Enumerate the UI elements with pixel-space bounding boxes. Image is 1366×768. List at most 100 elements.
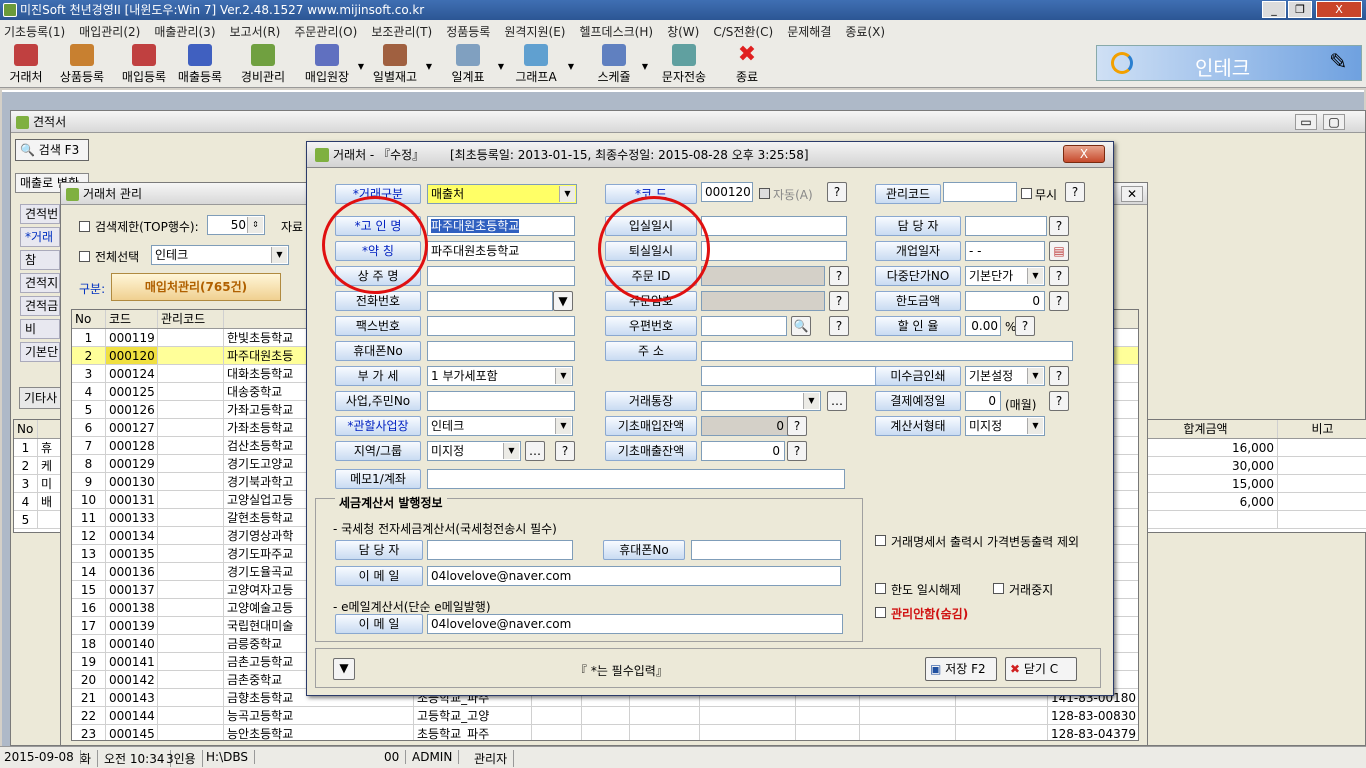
order-pw-help-button[interactable]: ? <box>829 291 849 311</box>
grid-header-cell[interactable]: 관리코드 <box>158 310 224 328</box>
toolbar-button[interactable]: 그래프A ▼ <box>508 44 574 86</box>
order-id-help-button[interactable]: ? <box>829 266 849 286</box>
name-input[interactable]: 파주대원초등학교 <box>427 216 575 236</box>
table-row[interactable]: 23000145능안초등학교초등학교_파주128-83-043790 <box>72 725 1138 740</box>
menu-item[interactable]: 매입관리(2) <box>79 23 140 40</box>
dropdown-arrow-icon[interactable]: ▼ <box>426 62 432 71</box>
base-sell-help-button[interactable]: ? <box>787 441 807 461</box>
table-row[interactable]: 16,000 <box>1134 439 1366 457</box>
calendar-icon[interactable]: ▤ <box>1049 241 1069 261</box>
grid-header-cell[interactable]: No <box>72 310 106 328</box>
menu-item[interactable]: 종료(X) <box>845 23 885 40</box>
close-icon[interactable]: ✕ <box>1121 186 1143 202</box>
invoice-select[interactable]: 미지정 ▼ <box>965 416 1045 436</box>
menu-item[interactable]: 창(W) <box>667 23 699 40</box>
menu-item[interactable]: 보조관리(T) <box>371 23 432 40</box>
dropdown-arrow-icon[interactable]: ▼ <box>358 62 364 71</box>
dropdown-arrow-icon[interactable]: ▼ <box>568 62 574 71</box>
addr-input[interactable] <box>701 341 1073 361</box>
manager-help-button[interactable]: ? <box>1049 216 1069 236</box>
zip-input[interactable] <box>701 316 787 336</box>
phone-input[interactable] <box>427 291 553 311</box>
discount-help-button[interactable]: ? <box>1015 316 1035 336</box>
grid-header-cell[interactable]: 비고 <box>1278 420 1366 438</box>
limit-help-button[interactable]: ? <box>1049 291 1069 311</box>
toolbar-button[interactable]: 일별재고 ▼ <box>368 44 432 86</box>
limit-checkbox[interactable] <box>79 221 90 232</box>
table-row[interactable]: 22000144능곡고등학교고등학교_고양128-83-008300 <box>72 707 1138 725</box>
chevron-down-icon[interactable]: ▼ <box>1027 418 1043 434</box>
table-row[interactable]: 15,000 <box>1134 475 1366 493</box>
grid-header-cell[interactable]: No <box>14 420 38 438</box>
table-row[interactable] <box>1134 511 1366 529</box>
chevron-down-icon[interactable]: ▼ <box>559 186 575 202</box>
pay-date-help-button[interactable]: ? <box>1049 391 1069 411</box>
toolbar-button[interactable]: 매출등록 <box>174 44 226 86</box>
menu-item[interactable]: 보고서(R) <box>230 23 281 40</box>
toolbar-button[interactable]: 스케쥴 ▼ <box>590 44 648 86</box>
grid-header-cell[interactable]: 코드 <box>106 310 158 328</box>
unpaid-select[interactable]: 기본설정 ▼ <box>965 366 1045 386</box>
select-all-checkbox[interactable] <box>79 251 90 262</box>
limit-input[interactable]: 50 ⇕ <box>207 215 265 235</box>
region-help-button[interactable]: ? <box>555 441 575 461</box>
mobile-input[interactable] <box>427 341 575 361</box>
chevron-down-icon[interactable]: ▼ <box>1027 268 1043 284</box>
region-more-button[interactable]: … <box>525 441 545 461</box>
menu-item[interactable]: 주문관리(O) <box>294 23 357 40</box>
biz-no-input[interactable] <box>427 391 575 411</box>
menu-item[interactable]: 정품등록 <box>446 23 490 40</box>
order-id-input[interactable] <box>701 266 825 286</box>
toolbar-button[interactable]: 거래처 <box>4 44 48 86</box>
table-row[interactable]: 6,000 <box>1134 493 1366 511</box>
in-date-input[interactable] <box>701 216 847 236</box>
table-row[interactable]: 30,000 <box>1134 457 1366 475</box>
save-button[interactable]: ▣ 저장 F2 <box>925 657 997 681</box>
vat-select[interactable]: 1 부가세포함 ▼ <box>427 366 573 386</box>
chevron-down-icon[interactable]: ▼ <box>555 418 571 434</box>
hidden-checkbox[interactable] <box>875 607 886 618</box>
dialog-close-button[interactable]: X <box>1063 145 1105 163</box>
region-select[interactable]: 미지정 ▼ <box>427 441 521 461</box>
toolbar-button[interactable]: ✖ 종료 <box>730 44 764 86</box>
memo-input[interactable] <box>427 469 845 489</box>
chevron-down-icon[interactable]: ▼ <box>803 393 819 409</box>
site-select[interactable]: 인테크 ▼ <box>427 416 573 436</box>
manager-input[interactable] <box>965 216 1047 236</box>
fax-input[interactable] <box>427 316 575 336</box>
minimize-icon[interactable]: ▭ <box>1295 114 1317 130</box>
menu-item[interactable]: 매출관리(3) <box>154 23 215 40</box>
order-pw-input[interactable] <box>701 291 825 311</box>
bank-select[interactable]: ▼ <box>701 391 821 411</box>
price-no-select[interactable]: 기본단가 ▼ <box>965 266 1045 286</box>
restore-button[interactable]: ❐ <box>1288 1 1312 18</box>
close-app-button[interactable]: X <box>1316 1 1362 18</box>
dropdown-arrow-icon[interactable]: ▼ <box>498 62 504 71</box>
company-select[interactable]: 인테크 ▼ <box>151 245 289 265</box>
stop-trade-checkbox[interactable] <box>993 583 1004 594</box>
dropdown-arrow-icon[interactable]: ▼ <box>642 62 648 71</box>
exclude-price-checkbox[interactable] <box>875 535 886 546</box>
mgmt-code-input[interactable] <box>943 182 1017 202</box>
menu-item[interactable]: 원격지원(E) <box>504 23 565 40</box>
chevron-down-icon[interactable]: ▼ <box>503 443 519 459</box>
menu-item[interactable]: 문제해결 <box>787 23 831 40</box>
open-date-input[interactable]: - - <box>965 241 1045 261</box>
grid-header-cell[interactable]: 합계금액 <box>1134 420 1278 438</box>
chevron-down-icon[interactable]: ▼ <box>1027 368 1043 384</box>
price-no-help-button[interactable]: ? <box>1049 266 1069 286</box>
code-help-button[interactable]: ? <box>827 182 847 202</box>
minimize-button[interactable]: _ <box>1262 1 1286 18</box>
pay-date-input[interactable]: 0 <box>965 391 1001 411</box>
toolbar-button[interactable]: 경비관리 <box>236 44 290 86</box>
close-button[interactable]: ✖ 닫기 C <box>1005 657 1077 681</box>
unpaid-help-button[interactable]: ? <box>1049 366 1069 386</box>
discount-input[interactable]: 0.00 <box>965 316 1001 336</box>
phone-dropdown-button[interactable]: ▼ <box>553 291 573 311</box>
addr2-input[interactable] <box>701 366 877 386</box>
trade-name-input[interactable] <box>427 266 575 286</box>
auto-checkbox[interactable] <box>759 188 770 199</box>
expand-button[interactable]: ▼ <box>333 658 355 680</box>
ignore-help-button[interactable]: ? <box>1065 182 1085 202</box>
base-buy-input[interactable]: 0 <box>701 416 789 436</box>
